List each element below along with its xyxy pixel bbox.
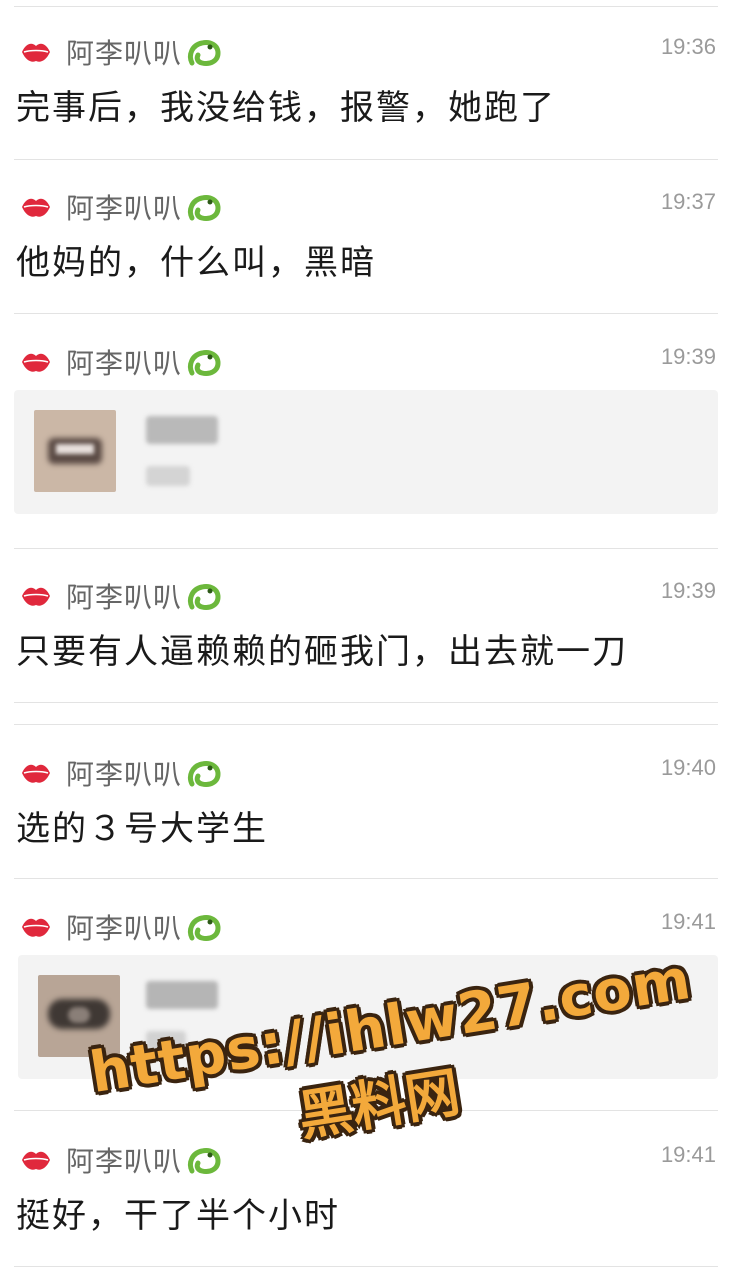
crocodile-icon xyxy=(187,915,221,941)
divider xyxy=(14,1266,718,1267)
card-title-blurred xyxy=(146,981,218,1009)
message-time: 19:39 xyxy=(660,578,716,603)
crocodile-icon xyxy=(187,761,221,787)
sender-name[interactable]: 阿李叭叭 xyxy=(66,342,182,382)
message-header: 阿李叭叭 xyxy=(20,753,222,793)
divider xyxy=(14,724,718,725)
divider xyxy=(14,313,718,314)
sender-name[interactable]: 阿李叭叭 xyxy=(66,187,182,227)
lips-icon xyxy=(22,353,50,372)
message-text: 选的３号大学生 xyxy=(16,809,268,849)
lips-icon xyxy=(22,198,50,217)
lips-icon xyxy=(22,764,50,783)
card-subtitle-blurred xyxy=(146,466,190,486)
message-time: 19:37 xyxy=(660,189,716,214)
message-header: 阿李叭叭 xyxy=(20,342,222,382)
crocodile-icon xyxy=(187,40,221,66)
message-header: 阿李叭叭 xyxy=(20,576,222,616)
crocodile-icon xyxy=(187,350,221,376)
lips-icon xyxy=(22,1151,50,1170)
card-title-blurred xyxy=(146,416,218,444)
message-time: 19:41 xyxy=(660,909,716,934)
sender-name[interactable]: 阿李叭叭 xyxy=(66,32,182,72)
lips-icon xyxy=(22,587,50,606)
sender-name[interactable]: 阿李叭叭 xyxy=(66,576,182,616)
message-time: 19:39 xyxy=(660,344,716,369)
lips-icon xyxy=(22,918,50,937)
message-header: 阿李叭叭 xyxy=(20,187,222,227)
message-header: 阿李叭叭 xyxy=(20,32,222,72)
message-time: 19:41 xyxy=(660,1142,716,1167)
lips-icon xyxy=(22,43,50,62)
crocodile-icon xyxy=(187,195,221,221)
divider xyxy=(14,159,718,160)
message-text: 只要有人逼赖赖的砸我门，出去就一刀 xyxy=(16,632,628,672)
sender-name[interactable]: 阿李叭叭 xyxy=(66,907,182,947)
divider xyxy=(14,548,718,549)
divider xyxy=(14,6,718,7)
crocodile-icon xyxy=(187,584,221,610)
card-thumbnail xyxy=(34,410,116,492)
message-text: 他妈的，什么叫，黑暗 xyxy=(16,243,376,283)
message-text: 完事后，我没给钱，报警，她跑了 xyxy=(16,88,556,128)
message-header: 阿李叭叭 xyxy=(20,907,222,947)
message-time: 19:36 xyxy=(660,34,716,59)
shared-card[interactable] xyxy=(14,390,718,514)
sender-name[interactable]: 阿李叭叭 xyxy=(66,753,182,793)
message-time: 19:40 xyxy=(660,755,716,780)
divider xyxy=(14,878,718,879)
divider xyxy=(14,702,718,703)
